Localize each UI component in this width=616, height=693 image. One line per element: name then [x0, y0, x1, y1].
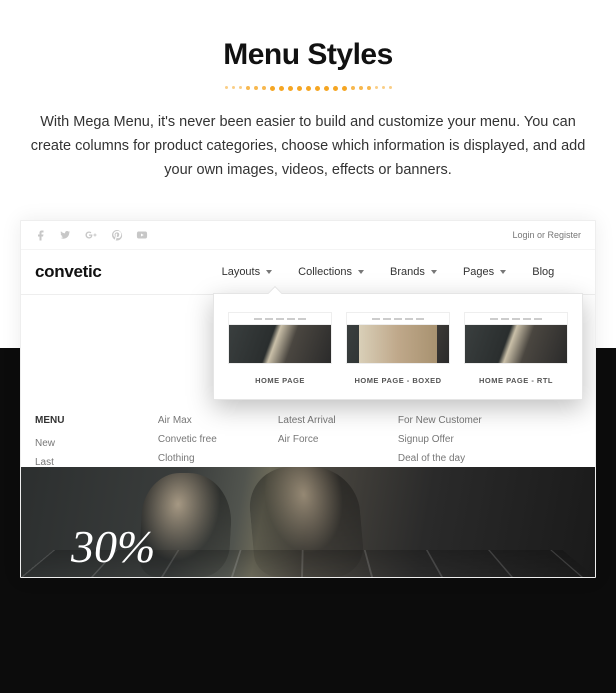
nav-item-layouts[interactable]: Layouts [222, 266, 273, 278]
menu-link[interactable]: Convetic free [158, 430, 238, 449]
chevron-down-icon [266, 270, 272, 274]
sale-text: 30% [71, 520, 155, 573]
logo[interactable]: convetic [35, 262, 102, 282]
mega-option[interactable]: HOME PAGE - RTL [464, 312, 568, 385]
menu-link[interactable]: Signup Offer [398, 430, 482, 449]
pinterest-icon[interactable] [111, 229, 123, 241]
divider-dots [30, 86, 586, 91]
facebook-icon[interactable] [35, 229, 47, 241]
page-title: Menu Styles [30, 38, 586, 72]
page-description: With Mega Menu, it's never been easier t… [30, 111, 586, 183]
mega-option[interactable]: HOME PAGE - BOXED [346, 312, 450, 385]
preview-card: Login or Register convetic Layouts Colle… [20, 220, 596, 578]
nav-menu: Layouts Collections Brands Pages Blog [222, 266, 555, 278]
chevron-down-icon [431, 270, 437, 274]
preview-topbar: Login or Register [21, 221, 595, 250]
googleplus-icon[interactable] [83, 229, 99, 241]
social-icons [35, 229, 149, 241]
login-register-link[interactable]: Login or Register [512, 230, 581, 240]
twitter-icon[interactable] [59, 229, 71, 241]
menu-link[interactable]: For New Customer [398, 411, 482, 430]
nav-item-pages[interactable]: Pages [463, 266, 506, 278]
chevron-down-icon [500, 270, 506, 274]
menu-link[interactable]: New [35, 434, 118, 453]
menu-link[interactable]: Air Max [158, 411, 238, 430]
mega-option[interactable]: HOME PAGE [228, 312, 332, 385]
mega-option-label: HOME PAGE - RTL [464, 376, 568, 385]
menu-link[interactable]: Clothing [158, 449, 238, 468]
hero-banner: 30% [21, 467, 595, 577]
menu-link[interactable]: Air Force [278, 430, 358, 449]
preview-navbar: convetic Layouts Collections Brands Page… [21, 250, 595, 295]
mega-row: HOME PAGE HOME PAGE - BOXED HOME PAGE - RT… [228, 312, 568, 385]
nav-item-collections[interactable]: Collections [298, 266, 364, 278]
mega-option-label: HOME PAGE [228, 376, 332, 385]
chevron-down-icon [358, 270, 364, 274]
menu-link[interactable]: Latest Arrival [278, 411, 358, 430]
mega-option-label: HOME PAGE - BOXED [346, 376, 450, 385]
mega-dropdown: HOME PAGE HOME PAGE - BOXED HOME PAGE - RT… [213, 293, 583, 400]
column-heading: MENU [35, 411, 118, 430]
youtube-icon[interactable] [135, 229, 149, 241]
nav-item-brands[interactable]: Brands [390, 266, 437, 278]
nav-item-blog[interactable]: Blog [532, 266, 554, 278]
menu-link[interactable]: Deal of the day [398, 449, 482, 468]
